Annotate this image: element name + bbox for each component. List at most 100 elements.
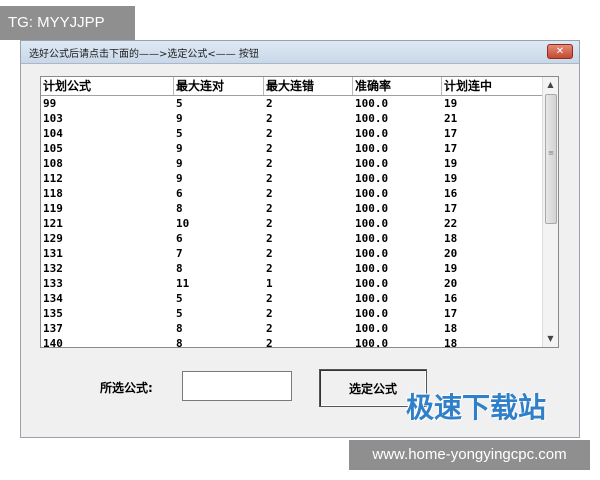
title-bar[interactable]: 选好公式后请点击下面的——>选定公式<—— 按钮 ✕	[21, 41, 579, 64]
table-cell: 100.0	[355, 97, 389, 110]
table-cell: 132	[43, 262, 63, 275]
close-button[interactable]: ✕	[547, 44, 573, 59]
grip-icon: ≡	[548, 149, 554, 157]
table-cell: 2	[266, 172, 273, 185]
table-cell: 129	[43, 232, 63, 245]
tg-watermark: TG: MYYJJPP	[0, 6, 135, 40]
table-cell: 100.0	[355, 127, 389, 140]
table-row[interactable]: 104 5 2 100.0 17	[41, 126, 544, 141]
window-title: 选好公式后请点击下面的——>选定公式<—— 按钮	[29, 49, 259, 60]
table-cell: 9	[176, 112, 183, 125]
table-cell: 20	[444, 277, 458, 290]
column-header[interactable]: 准确率	[353, 77, 442, 95]
table-cell: 2	[266, 307, 273, 320]
table-row[interactable]: 135 5 2 100.0 17	[41, 306, 544, 321]
table-cell: 9	[176, 172, 183, 185]
table-cell: 2	[266, 292, 273, 305]
table-cell: 2	[266, 127, 273, 140]
table-body: 99 5 2 100.0 19 103 9 2 100.0 21 104 5 2 100.0 17 105 9 2…	[41, 96, 544, 348]
table-cell: 2	[266, 262, 273, 275]
table-cell: 20	[444, 247, 458, 260]
table-cell: 19	[444, 262, 458, 275]
table-cell: 2	[266, 112, 273, 125]
table-cell: 2	[266, 202, 273, 215]
table-cell: 103	[43, 112, 63, 125]
brand-watermark: 极速下载站	[406, 391, 547, 424]
table-cell: 100.0	[355, 337, 389, 348]
table-cell: 100.0	[355, 262, 389, 275]
table-cell: 100.0	[355, 322, 389, 335]
table-row[interactable]: 119 8 2 100.0 17	[41, 201, 544, 216]
table-cell: 2	[266, 217, 273, 230]
table-cell: 108	[43, 157, 63, 170]
table-row[interactable]: 131 7 2 100.0 20	[41, 246, 544, 261]
formula-table: 计划公式 最大连对 最大连错 准确率 计划连中 99 5 2 100.0 19 103 9 2 100.…	[40, 76, 559, 348]
table-cell: 19	[444, 172, 458, 185]
table-cell: 18	[444, 322, 458, 335]
url-watermark: www.home-yongyingcpc.com	[349, 440, 590, 470]
table-cell: 6	[176, 187, 183, 200]
table-cell: 121	[43, 217, 63, 230]
table-cell: 8	[176, 262, 183, 275]
table-cell: 134	[43, 292, 63, 305]
table-cell: 137	[43, 322, 63, 335]
table-cell: 16	[444, 292, 458, 305]
table-row[interactable]: 132 8 2 100.0 19	[41, 261, 544, 276]
table-cell: 8	[176, 202, 183, 215]
table-cell: 100.0	[355, 157, 389, 170]
selected-formula-input[interactable]	[182, 371, 292, 401]
close-icon: ✕	[555, 46, 565, 57]
table-cell: 133	[43, 277, 63, 290]
table-cell: 100.0	[355, 292, 389, 305]
scroll-down-icon[interactable]: ▼	[543, 331, 558, 347]
table-row[interactable]: 129 6 2 100.0 18	[41, 231, 544, 246]
table-cell: 2	[266, 247, 273, 260]
table-cell: 17	[444, 307, 458, 320]
table-cell: 8	[176, 337, 183, 348]
table-cell: 140	[43, 337, 63, 348]
table-cell: 135	[43, 307, 63, 320]
table-cell: 9	[176, 157, 183, 170]
table-cell: 5	[176, 127, 183, 140]
table-row[interactable]: 105 9 2 100.0 17	[41, 141, 544, 156]
table-row[interactable]: 121 10 2 100.0 22	[41, 216, 544, 231]
table-cell: 100.0	[355, 172, 389, 185]
selected-formula-label: 所选公式:	[100, 381, 153, 395]
column-header[interactable]: 最大连错	[264, 77, 353, 95]
table-cell: 104	[43, 127, 63, 140]
table-cell: 119	[43, 202, 63, 215]
column-header[interactable]: 计划公式	[41, 77, 174, 95]
table-cell: 2	[266, 322, 273, 335]
table-cell: 2	[266, 157, 273, 170]
table-cell: 100.0	[355, 187, 389, 200]
table-row[interactable]: 134 5 2 100.0 16	[41, 291, 544, 306]
table-row[interactable]: 108 9 2 100.0 19	[41, 156, 544, 171]
table-cell: 10	[176, 217, 190, 230]
table-cell: 100.0	[355, 232, 389, 245]
table-cell: 18	[444, 232, 458, 245]
vertical-scrollbar[interactable]: ▲ ≡ ▼	[542, 77, 558, 347]
table-row[interactable]: 118 6 2 100.0 16	[41, 186, 544, 201]
table-cell: 131	[43, 247, 63, 260]
table-row[interactable]: 140 8 2 100.0 18	[41, 336, 544, 348]
table-row[interactable]: 112 9 2 100.0 19	[41, 171, 544, 186]
column-header[interactable]: 计划连中	[442, 77, 544, 95]
table-cell: 118	[43, 187, 63, 200]
scroll-up-icon[interactable]: ▲	[543, 77, 558, 93]
table-row[interactable]: 99 5 2 100.0 19	[41, 96, 544, 111]
table-row[interactable]: 133 11 1 100.0 20	[41, 276, 544, 291]
column-header[interactable]: 最大连对	[174, 77, 264, 95]
table-cell: 19	[444, 157, 458, 170]
table-cell: 2	[266, 337, 273, 348]
table-cell: 17	[444, 127, 458, 140]
formula-select-window: 选好公式后请点击下面的——>选定公式<—— 按钮 ✕ 计划公式 最大连对 最大连错准…	[20, 40, 580, 438]
table-grid: 计划公式 最大连对 最大连错 准确率 计划连中 99 5 2 100.0 19 103 9 2 100.…	[41, 77, 544, 348]
table-cell: 9	[176, 142, 183, 155]
table-row[interactable]: 137 8 2 100.0 18	[41, 321, 544, 336]
table-cell: 1	[266, 277, 273, 290]
scroll-thumb[interactable]: ≡	[545, 94, 557, 224]
table-cell: 100.0	[355, 202, 389, 215]
table-cell: 5	[176, 97, 183, 110]
table-cell: 100.0	[355, 142, 389, 155]
table-row[interactable]: 103 9 2 100.0 21	[41, 111, 544, 126]
